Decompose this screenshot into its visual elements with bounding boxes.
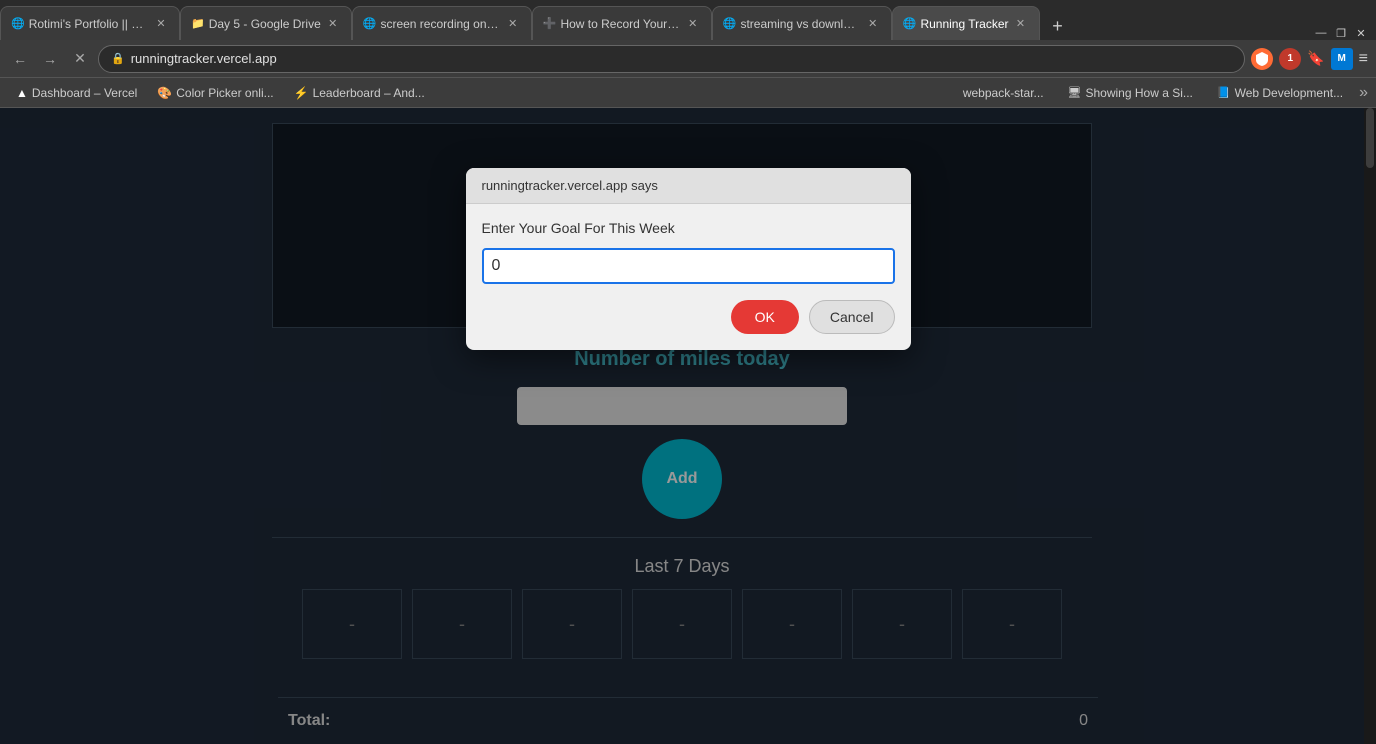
- tab-streaming-favicon: 🌐: [723, 17, 737, 30]
- bookmark-item-vercel[interactable]: ▲ Dashboard – Vercel: [8, 84, 145, 102]
- tab-drive[interactable]: 📁 Day 5 - Google Drive ✕: [180, 6, 352, 40]
- leaderboard-icon: ⚡: [294, 86, 309, 100]
- dialog-title: runningtracker.vercel.app says: [482, 178, 658, 193]
- lock-icon: 🔒: [111, 52, 125, 65]
- tab-bar: 🌐 Rotimi's Portfolio || Home ✕ 📁 Day 5 -…: [0, 0, 1376, 40]
- browser-chrome: 🌐 Rotimi's Portfolio || Home ✕ 📁 Day 5 -…: [0, 0, 1376, 108]
- bookmark-label-leaderboard: Leaderboard – And...: [313, 86, 425, 100]
- navigation-bar: ← → ✕ 🔒 runningtracker.vercel.app 1 🔖 M: [0, 40, 1376, 78]
- forward-button[interactable]: →: [38, 47, 62, 71]
- menu-button[interactable]: ≡: [1359, 50, 1368, 68]
- dialog-input[interactable]: [482, 248, 895, 284]
- bookmark-web-dev[interactable]: 📘 Web Development...: [1209, 84, 1351, 102]
- page-content: Number of miles today Add Last 7 Days - …: [0, 108, 1376, 744]
- bookmark-label-vercel: Dashboard – Vercel: [32, 86, 137, 100]
- back-button[interactable]: ←: [8, 47, 32, 71]
- tab-portfolio[interactable]: 🌐 Rotimi's Portfolio || Home ✕: [0, 6, 180, 40]
- window-controls: — ❐ ✕: [1314, 26, 1376, 40]
- tab-how-to-record-favicon: ➕: [543, 17, 557, 30]
- dialog-header: runningtracker.vercel.app says: [466, 168, 911, 204]
- microsoft-icon[interactable]: M: [1331, 48, 1353, 70]
- dialog-buttons: OK Cancel: [482, 300, 895, 334]
- dialog-box: runningtracker.vercel.app says Enter You…: [466, 168, 911, 350]
- dialog-overlay: runningtracker.vercel.app says Enter You…: [0, 108, 1376, 744]
- brave-shield-icon[interactable]: [1251, 48, 1273, 70]
- bookmarks-more-button[interactable]: »: [1359, 84, 1368, 102]
- tab-screen-recording[interactable]: 🌐 screen recording on PC - ✕: [352, 6, 532, 40]
- bookmark-webdev-icon: 📘: [1217, 86, 1231, 99]
- bookmark-item-color-picker[interactable]: 🎨 Color Picker onli...: [149, 84, 281, 102]
- nav-right-icons: 1 🔖 M ≡: [1251, 48, 1368, 70]
- tab-screen-recording-favicon: 🌐: [363, 17, 377, 30]
- bookmarks-bar: ▲ Dashboard – Vercel 🎨 Color Picker onli…: [0, 78, 1376, 108]
- tab-how-to-record-close[interactable]: ✕: [685, 16, 701, 32]
- tab-drive-favicon: 📁: [191, 17, 205, 30]
- tab-streaming-label: streaming vs downloadin...: [740, 17, 860, 31]
- tab-portfolio-favicon: 🌐: [11, 17, 25, 30]
- bookmark-webpack[interactable]: webpack-star...: [955, 84, 1052, 102]
- tab-screen-recording-label: screen recording on PC -: [380, 17, 500, 31]
- vercel-icon: ▲: [16, 86, 28, 100]
- tab-streaming-close[interactable]: ✕: [865, 16, 881, 32]
- tab-portfolio-label: Rotimi's Portfolio || Home: [29, 17, 149, 31]
- bookmark-showing-icon: 🖥: [1068, 86, 1082, 99]
- tab-drive-label: Day 5 - Google Drive: [209, 17, 321, 31]
- bookmark-label-color-picker: Color Picker onli...: [176, 86, 273, 100]
- dialog-body: Enter Your Goal For This Week OK Cancel: [466, 204, 911, 350]
- dialog-cancel-button[interactable]: Cancel: [809, 300, 895, 334]
- tab-running-tracker-label: Running Tracker: [920, 17, 1008, 31]
- bookmark-icon[interactable]: 🔖: [1307, 50, 1324, 67]
- bookmark-item-leaderboard[interactable]: ⚡ Leaderboard – And...: [286, 84, 433, 102]
- right-bookmarks: webpack-star... 🖥 Showing How a Si... 📘 …: [955, 84, 1368, 102]
- minimize-button[interactable]: —: [1314, 26, 1328, 40]
- color-picker-icon: 🎨: [157, 86, 172, 100]
- bookmark-showing-how[interactable]: 🖥 Showing How a Si...: [1060, 84, 1201, 102]
- tab-drive-close[interactable]: ✕: [325, 16, 341, 32]
- tab-running-tracker[interactable]: 🌐 Running Tracker ✕: [892, 6, 1040, 40]
- address-bar[interactable]: 🔒 runningtracker.vercel.app: [98, 45, 1245, 73]
- tab-screen-recording-close[interactable]: ✕: [505, 16, 521, 32]
- new-tab-button[interactable]: +: [1044, 12, 1072, 40]
- tab-how-to-record[interactable]: ➕ How to Record Your Com ✕: [532, 6, 712, 40]
- tab-running-tracker-close[interactable]: ✕: [1013, 16, 1029, 32]
- notification-icon[interactable]: 1: [1279, 48, 1301, 70]
- tab-how-to-record-label: How to Record Your Com: [560, 17, 680, 31]
- dialog-ok-button[interactable]: OK: [731, 300, 799, 334]
- maximize-button[interactable]: ❐: [1334, 26, 1348, 40]
- tab-streaming[interactable]: 🌐 streaming vs downloadin... ✕: [712, 6, 892, 40]
- tab-portfolio-close[interactable]: ✕: [153, 16, 169, 32]
- reload-button[interactable]: ✕: [68, 47, 92, 71]
- close-window-button[interactable]: ✕: [1354, 26, 1368, 40]
- dialog-prompt: Enter Your Goal For This Week: [482, 220, 895, 236]
- address-text: runningtracker.vercel.app: [131, 51, 1233, 66]
- tab-running-tracker-favicon: 🌐: [903, 17, 917, 30]
